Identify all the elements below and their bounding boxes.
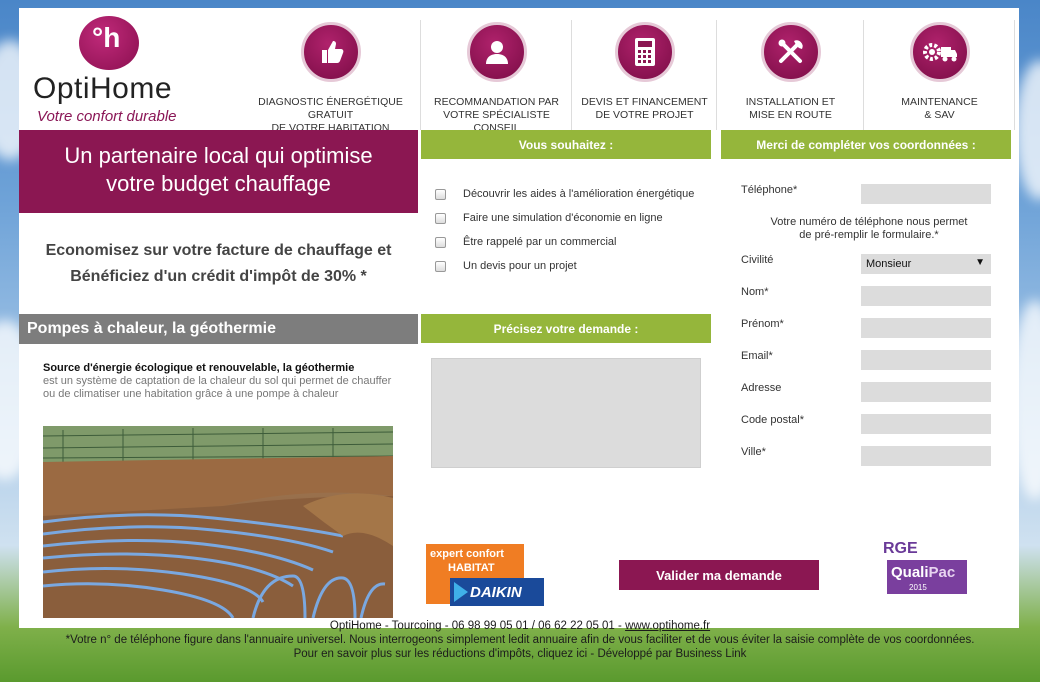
daikin-badge-line: HABITAT — [448, 562, 495, 574]
civility-label: Civilité — [741, 254, 774, 266]
wish-option-label: Faire une simulation d'économie en ligne — [463, 212, 663, 224]
logo-mark-letters: °h — [92, 22, 121, 53]
logo-name: OptiHome — [33, 72, 173, 105]
section-description: Source d'énergie écologique et renouvela… — [43, 362, 393, 401]
request-textarea[interactable] — [431, 358, 701, 468]
step-label: RECOMMANDATION PAR — [433, 96, 560, 108]
phone-note-line: Votre numéro de téléphone nous permet — [770, 216, 968, 228]
gear-truck-icon — [909, 22, 970, 82]
wish-option[interactable]: Un devis pour un projet — [435, 260, 577, 272]
field-label: Adresse — [741, 382, 782, 394]
daikin-triangle-icon — [454, 582, 468, 602]
wishes-header: Vous souhaitez : — [421, 130, 711, 159]
chevron-down-icon: ▼ — [975, 257, 985, 268]
footer-website-link[interactable]: www.optihome.fr — [625, 620, 710, 632]
wish-option-label: Être rappelé par un commercial — [463, 236, 617, 248]
daikin-badge-line: expert confort — [430, 548, 504, 560]
step-recommandation: RECOMMANDATION PAR VOTRE SPÉCIALISTE CONS… — [422, 20, 572, 134]
logo-mark: °h — [79, 16, 139, 70]
wish-checkbox[interactable] — [435, 212, 446, 224]
field-label: Prénom* — [741, 318, 784, 330]
promo-line: Economisez sur votre facture de chauffag… — [45, 242, 392, 259]
phone-note-line: de pré-remplir le formulaire.* — [799, 229, 939, 241]
wish-checkbox[interactable] — [435, 260, 446, 272]
field-label: Code postal* — [741, 414, 804, 426]
step-label: MISE EN ROUTE — [749, 109, 832, 121]
field-label: Ville* — [741, 446, 766, 458]
rge-year: 2015 — [909, 583, 927, 592]
footer-disclaimer: *Votre n° de téléphone figure dans l'ann… — [65, 634, 975, 646]
footer: OptiHome - Tourcoing - 06 98 99 05 01 / … — [0, 619, 1040, 661]
tools-icon — [760, 22, 821, 82]
hero-line: votre budget chauffage — [106, 171, 331, 196]
civility-select[interactable]: Monsieur ▼ — [861, 254, 991, 274]
step-label: DE VOTRE PROJET — [595, 109, 694, 121]
phone-input[interactable] — [861, 184, 991, 204]
email-input[interactable] — [861, 350, 991, 370]
prenom-input[interactable] — [861, 318, 991, 338]
field-label: Email* — [741, 350, 773, 362]
step-label: INSTALLATION ET — [745, 96, 836, 108]
step-devis: DEVIS ET FINANCEMENT DE VOTRE PROJET — [573, 20, 717, 130]
step-diagnostic: DIAGNOSTIC ÉNERGÉTIQUE GRATUIT DE VOTRE H… — [241, 20, 421, 134]
section-description-rest: est un système de captation de la chaleu… — [43, 375, 392, 400]
step-label: DIAGNOSTIC ÉNERGÉTIQUE GRATUIT — [258, 96, 403, 121]
phone-note: Votre numéro de téléphone nous permet de… — [759, 216, 979, 242]
daikin-logo-text: DAIKIN — [470, 584, 522, 601]
section-description-bold: Source d'énergie écologique et renouvela… — [43, 362, 355, 374]
code-postal-input[interactable] — [861, 414, 991, 434]
calculator-icon — [614, 22, 675, 82]
rge-qualipac-badge: RGE QualiPac 2015 — [881, 540, 971, 596]
rge-text: RGE — [883, 540, 918, 557]
thumbs-up-icon — [300, 22, 361, 82]
step-label: DEVIS ET FINANCEMENT — [581, 96, 708, 108]
person-icon — [466, 22, 527, 82]
hero-banner: Un partenaire local qui optimise votre b… — [19, 130, 418, 213]
promo-line: Bénéficiez d'un crédit d'impôt de 30% * — [70, 268, 367, 285]
wish-option-label: Découvrir les aides à l'amélioration éne… — [463, 188, 695, 200]
logo-tagline: Votre confort durable — [37, 108, 177, 125]
request-header: Précisez votre demande : — [421, 314, 711, 343]
step-label: MAINTENANCE — [901, 96, 978, 108]
wish-checkbox[interactable] — [435, 188, 446, 200]
nom-input[interactable] — [861, 286, 991, 306]
wish-option[interactable]: Découvrir les aides à l'amélioration éne… — [435, 188, 694, 200]
rge-name-part: Pac — [928, 564, 956, 581]
step-maintenance: MAINTENANCE & SAV — [865, 20, 1015, 130]
submit-button[interactable]: Valider ma demande — [619, 560, 819, 590]
wish-option[interactable]: Faire une simulation d'économie en ligne — [435, 212, 663, 224]
footer-credits[interactable]: Pour en savoir plus sur les réductions d… — [0, 647, 1040, 661]
ville-input[interactable] — [861, 446, 991, 466]
footer-contact: OptiHome - Tourcoing - 06 98 99 05 01 / … — [329, 620, 626, 632]
logo[interactable]: °h OptiHome Votre confort durable — [19, 8, 239, 130]
adresse-input[interactable] — [861, 382, 991, 402]
wish-option-label: Un devis pour un projet — [463, 260, 577, 272]
civility-value: Monsieur — [866, 258, 912, 270]
contact-header: Merci de compléter vos coordonnées : — [721, 130, 1011, 159]
section-title: Pompes à chaleur, la géothermie — [19, 314, 418, 344]
wish-checkbox[interactable] — [435, 236, 446, 248]
field-label: Nom* — [741, 286, 769, 298]
landing-card: °h OptiHome Votre confort durable DIAGNO… — [19, 8, 1019, 628]
step-label: & SAV — [924, 109, 955, 121]
daikin-badge: expert confort HABITAT DAIKIN — [426, 544, 544, 606]
promo-text: Economisez sur votre facture de chauffag… — [19, 238, 418, 290]
wish-option[interactable]: Être rappelé par un commercial — [435, 236, 616, 248]
rge-name-part: Quali — [891, 564, 929, 581]
step-installation: INSTALLATION ET MISE EN ROUTE — [718, 20, 864, 130]
hero-line: Un partenaire local qui optimise — [64, 143, 373, 168]
phone-label: Téléphone* — [741, 184, 798, 196]
rge-name: QualiPac — [891, 564, 955, 581]
geothermal-photo — [43, 426, 393, 618]
